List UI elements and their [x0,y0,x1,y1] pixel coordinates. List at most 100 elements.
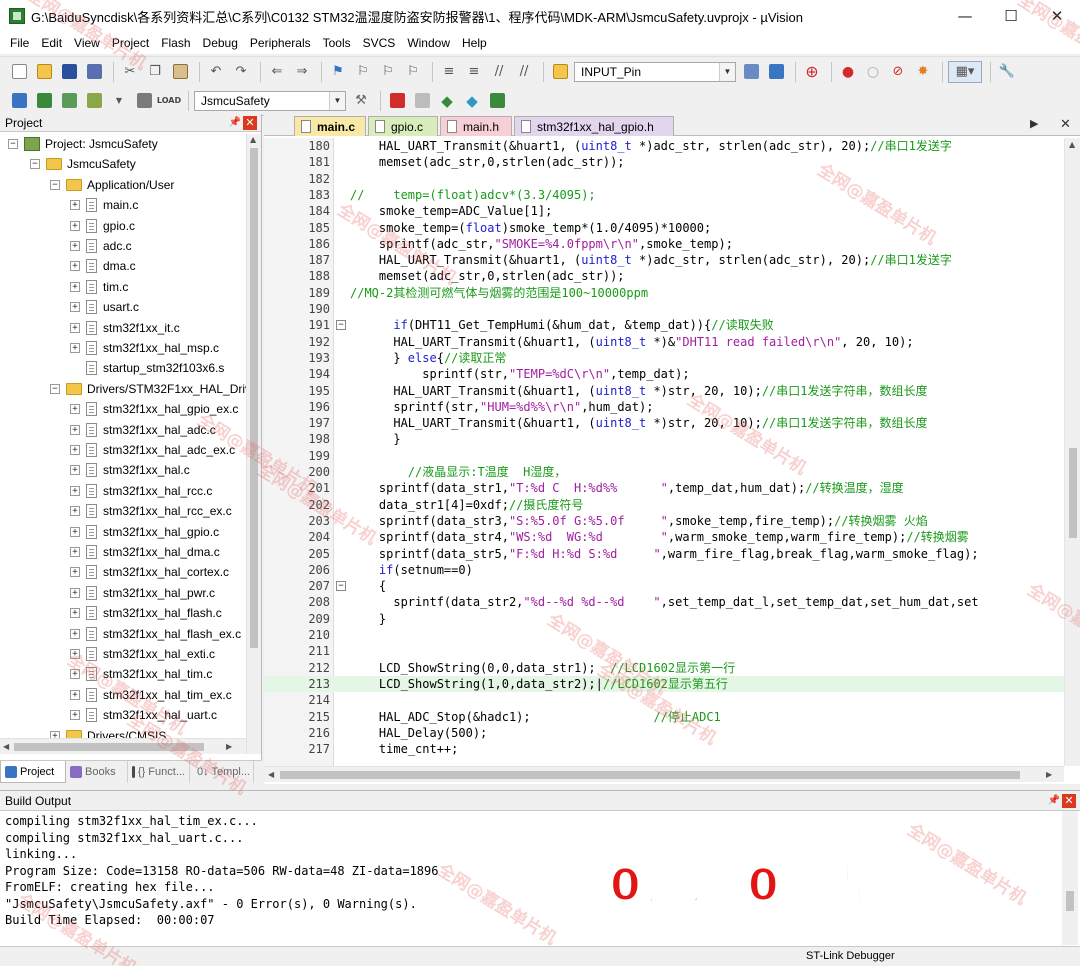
menu-view[interactable]: View [68,32,106,54]
rebuild-icon[interactable] [58,90,80,112]
uncomment-icon[interactable]: // [513,61,535,83]
tree-file-item[interactable]: + gpio.c [70,216,135,236]
new-file-icon[interactable] [8,61,30,83]
find-icon[interactable] [740,61,762,83]
menu-edit[interactable]: Edit [35,32,68,54]
scrollbar-thumb[interactable] [14,743,204,751]
batch-build-icon[interactable] [83,90,105,112]
minimize-button[interactable]: — [942,0,988,32]
tree-file-item[interactable]: + stm32f1xx_hal_cortex.c [70,562,229,582]
tree-folder-item[interactable]: − JsmcuSafety [30,154,136,174]
select-packs-icon[interactable]: ◆ [461,90,483,112]
tree-file-item[interactable]: + tim.c [70,277,128,297]
code-area[interactable]: 180 HAL_UART_Transmit(&huart1, (uint8_t … [264,138,1064,766]
project-panel-tab-1[interactable]: Books [66,761,128,783]
pin-icon[interactable]: 📌 [227,117,243,128]
translate-icon[interactable] [8,90,30,112]
file-extensions-icon[interactable] [411,90,433,112]
target-options-icon[interactable]: ⚒ [350,90,372,112]
tree-file-item[interactable]: + stm32f1xx_hal_tim.c [70,664,212,684]
tree-folder-item[interactable]: − Drivers/STM32F1xx_HAL_Driver [50,379,246,399]
paste-icon[interactable] [169,61,191,83]
bookmark-prev-icon[interactable]: ⚐ [352,61,374,83]
build-output-scrollbar[interactable] [1062,811,1078,945]
pack-installer-icon[interactable]: ◆ [436,90,458,112]
bookmark-next-icon[interactable]: ⚐ [377,61,399,83]
expand-icon[interactable]: + [70,689,80,700]
expand-icon[interactable]: + [70,200,80,211]
tree-file-item[interactable]: + stm32f1xx_hal_dma.c [70,542,220,562]
expand-icon[interactable]: + [70,261,80,272]
comment-icon[interactable]: // [488,61,510,83]
expand-icon[interactable]: + [70,322,80,333]
download-icon[interactable] [133,90,155,112]
expand-icon[interactable]: + [70,281,80,292]
tree-file-item[interactable]: + stm32f1xx_hal_rcc.c [70,481,212,501]
redo-icon[interactable]: ↷ [230,61,252,83]
tree-file-item[interactable]: + stm32f1xx_hal.c [70,460,190,480]
expand-icon[interactable]: + [70,547,80,557]
expand-icon[interactable]: + [70,669,80,680]
menu-project[interactable]: Project [106,32,155,54]
tab-list-icon[interactable]: ▶ [1030,117,1038,130]
tree-file-item[interactable]: + usart.c [70,297,139,317]
breakpoint-insert-icon[interactable]: ● [837,61,859,83]
tree-file-item[interactable]: + stm32f1xx_hal_msp.c [70,338,219,358]
expand-icon[interactable]: + [70,241,80,251]
expand-icon[interactable]: + [70,220,80,231]
close-editor-icon[interactable]: ✕ [1060,117,1071,132]
breakpoint-kill-icon[interactable]: ✸ [912,61,934,83]
fold-toggle-icon[interactable]: − [336,581,346,592]
open-file-icon[interactable] [33,61,55,83]
find-combobox[interactable]: INPUT_Pin ▼ [574,61,736,82]
copy-icon[interactable]: ❐ [144,61,166,83]
pin-icon[interactable]: 📌 [1046,795,1062,806]
menu-help[interactable]: Help [456,32,493,54]
editor-horizontal-scrollbar[interactable]: ◀ ▶ [264,766,1064,782]
tree-file-item[interactable]: + stm32f1xx_hal_rcc_ex.c [70,501,232,521]
project-panel-tab-2[interactable]: {} Funct... [128,761,190,783]
scrollbar-thumb[interactable] [1069,448,1077,538]
chevron-down-icon[interactable]: ▼ [329,91,345,110]
save-icon[interactable] [58,61,80,83]
tree-file-item[interactable]: + stm32f1xx_hal_exti.c [70,644,215,664]
tree-file-item[interactable]: + main.c [70,195,138,215]
editor-tab-stm32f1xx_hal_gpio-h[interactable]: stm32f1xx_hal_gpio.h [514,116,674,136]
expand-icon[interactable]: + [70,506,80,517]
collapse-icon[interactable]: − [30,159,40,170]
project-panel-tab-0[interactable]: Project [0,761,66,783]
window-layout-icon[interactable]: ▦▾ [948,60,982,83]
tree-vertical-scrollbar[interactable]: ▲ [246,134,261,754]
editor-tab-main-h[interactable]: main.h [440,116,512,136]
tree-horizontal-scrollbar[interactable]: ◀ ▶ [0,738,246,754]
manage-project-icon[interactable] [386,90,408,112]
collapse-icon[interactable]: − [8,139,18,149]
tree-folder-item[interactable]: − Project: JsmcuSafety [8,134,158,154]
collapse-icon[interactable]: − [50,383,60,394]
tree-file-item[interactable]: + stm32f1xx_hal_tim_ex.c [70,685,232,705]
chevron-down-icon[interactable]: ▼ [719,62,735,81]
editor-vertical-scrollbar[interactable]: ▲ [1064,138,1080,766]
scroll-right-icon[interactable]: ▶ [1046,770,1052,779]
expand-icon[interactable]: + [70,567,80,578]
bookmark-icon[interactable]: ⚑ [327,61,349,83]
tree-file-item[interactable]: + stm32f1xx_hal_flash.c [70,603,222,623]
stop-build-icon[interactable]: ▼ [108,90,130,112]
menu-peripherals[interactable]: Peripherals [244,32,317,54]
fold-toggle-icon[interactable]: − [336,320,346,331]
expand-icon[interactable]: + [70,628,80,639]
scroll-up-icon[interactable]: ▲ [1069,140,1075,149]
build-icon[interactable] [33,90,55,112]
close-button[interactable]: ✕ [1034,0,1080,32]
expand-icon[interactable]: + [70,404,80,415]
menu-svcs[interactable]: SVCS [357,32,402,54]
expand-icon[interactable]: + [70,608,80,619]
unindent-icon[interactable]: ≡ [463,61,485,83]
tree-file-item[interactable]: + stm32f1xx_hal_flash_ex.c [70,624,241,644]
save-all-icon[interactable] [83,61,105,83]
tree-folder-item[interactable]: − Application/User [50,175,174,195]
bookmark-clear-icon[interactable]: ⚐ [402,61,424,83]
editor-tab-gpio-c[interactable]: gpio.c [368,116,438,136]
tree-file-item[interactable]: + stm32f1xx_hal_gpio_ex.c [70,399,238,419]
load-icon[interactable]: LOAD [157,90,181,112]
